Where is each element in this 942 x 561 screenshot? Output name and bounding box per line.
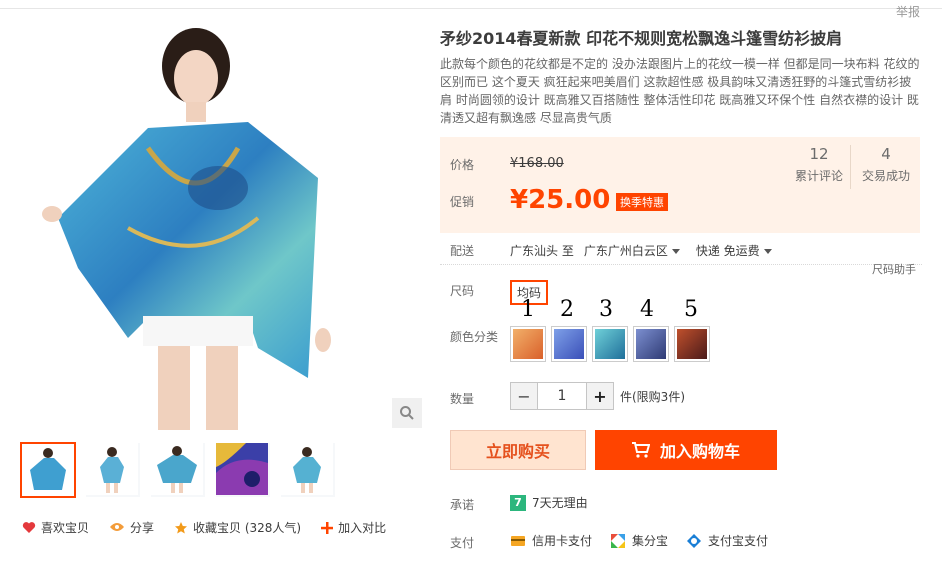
color-swatch-4[interactable] [633, 326, 669, 362]
like-label: 喜欢宝贝 [41, 521, 90, 535]
jifenbao-payment[interactable]: 集分宝 [610, 532, 668, 549]
thumbnail-2[interactable] [85, 442, 141, 498]
product-title: 矛纱2014春夏新款 印花不规则宽松飘逸斗篷雪纺衫披肩 [440, 29, 843, 48]
shipping-to: 广东广州白云区 [583, 244, 668, 258]
add-to-cart-label: 加入购物车 [659, 442, 740, 461]
credit-card-payment[interactable]: 信用卡支付 [510, 532, 592, 549]
favorite-label: 收藏宝贝 (328人气) [193, 521, 302, 535]
promo-label: 促销 [450, 195, 475, 209]
original-price: ¥168.00 [510, 156, 564, 171]
frame-border [0, 8, 942, 9]
reviews-number: 12 [809, 145, 829, 163]
shipping-label: 配送 [450, 244, 475, 258]
quantity-input[interactable]: 1 [538, 382, 586, 410]
size-helper-link[interactable]: 尺码助手 [872, 261, 916, 277]
share-label: 分享 [130, 521, 155, 535]
buy-now-button[interactable]: 立即购买 [450, 430, 586, 470]
sales-count[interactable]: 4 交易成功 [853, 145, 919, 184]
color-swatches [510, 326, 710, 362]
thumbnail-4[interactable] [215, 442, 271, 498]
promise-label: 承诺 [450, 498, 475, 512]
color-label: 颜色分类 [450, 330, 499, 344]
compare-button[interactable]: 加入对比 [321, 519, 386, 536]
credit-card-icon [511, 535, 525, 546]
price-label: 价格 [450, 158, 475, 172]
size-label: 尺码 [450, 284, 475, 298]
quantity-limit-note: 件(限购3件) [620, 389, 685, 404]
shipping-from: 广东汕头 至 [510, 244, 574, 258]
favorite-button[interactable]: 收藏宝贝 (328人气) [174, 519, 301, 536]
model-illustration [18, 18, 422, 430]
seven-day-icon: 7 [510, 494, 526, 511]
divider [440, 264, 922, 265]
product-info: 矛纱2014春夏新款 印花不规则宽松飘逸斗篷雪纺衫披肩 此款每个颜色的花纹都是不… [440, 28, 922, 127]
reviews-count[interactable]: 12 累计评论 [786, 145, 852, 184]
alipay-icon [687, 533, 702, 548]
annotation-number-3: 3 [599, 297, 613, 322]
share-button[interactable]: 分享 [109, 519, 154, 536]
promise-row: 7 7天无理由 [510, 494, 588, 511]
thumbnail-3[interactable] [150, 442, 206, 498]
report-link[interactable]: 举报 [896, 3, 920, 20]
magnifier-icon [400, 406, 414, 420]
compare-label: 加入对比 [338, 521, 387, 535]
chevron-down-icon [671, 249, 680, 254]
quantity-increase-button[interactable]: + [586, 382, 614, 410]
zoom-button[interactable] [392, 398, 422, 428]
credit-card-label: 信用卡支付 [532, 534, 593, 548]
chevron-down-icon [763, 249, 772, 254]
thumbnail-strip [20, 442, 336, 498]
thumbnail-5[interactable] [280, 442, 336, 498]
stats-divider [850, 145, 851, 189]
color-swatch-1[interactable] [510, 326, 546, 362]
cart-icon [631, 442, 650, 458]
promo-price: ¥25.00 [510, 185, 611, 215]
quantity-stepper: − 1 + 件(限购3件) [510, 382, 685, 410]
payment-label: 支付 [450, 536, 475, 550]
alipay-payment[interactable]: 支付宝支付 [686, 532, 768, 549]
annotation-number-5: 5 [684, 297, 698, 322]
color-swatch-2[interactable] [551, 326, 587, 362]
jifenbao-icon [611, 533, 626, 548]
shipping-to-select[interactable]: 广东广州白云区 [584, 242, 680, 259]
color-swatch-3[interactable] [592, 326, 628, 362]
shipping-method-select[interactable]: 快递 免运费 [696, 242, 772, 259]
plus-icon [321, 521, 334, 534]
alipay-label: 支付宝支付 [708, 534, 769, 548]
main-product-image [18, 18, 422, 430]
gallery-actions: 喜欢宝贝 分享 收藏宝贝 (328人气) 加入对比 [22, 519, 386, 536]
annotation-number-2: 2 [560, 297, 574, 322]
color-swatch-5[interactable] [674, 326, 710, 362]
payment-methods: 信用卡支付 集分宝 支付宝支付 [510, 532, 768, 549]
heart-icon [22, 522, 36, 533]
promise-text[interactable]: 7天无理由 [532, 494, 588, 511]
add-to-cart-button[interactable]: 加入购物车 [595, 430, 777, 470]
share-icon [110, 523, 125, 531]
jifenbao-label: 集分宝 [632, 534, 669, 548]
annotation-number-1: 1 [521, 297, 535, 322]
annotation-number-4: 4 [640, 297, 654, 322]
product-description: 此款每个颜色的花纹都是不定的 没办法跟图片上的花纹一模一样 但都是同一块布料 花… [440, 57, 920, 125]
price-box: 价格 ¥168.00 促销 ¥25.00 换季特惠 12 累计评论 4 交易成功 [440, 137, 920, 233]
quantity-label: 数量 [450, 392, 475, 406]
promo-tag: 换季特惠 [616, 193, 668, 211]
shipping-method: 快递 免运费 [695, 244, 760, 258]
quantity-decrease-button[interactable]: − [510, 382, 538, 410]
sales-number: 4 [881, 145, 891, 163]
shipping-row: 广东汕头 至 广东广州白云区 快递 免运费 [510, 242, 772, 259]
thumbnail-1[interactable] [20, 442, 76, 498]
sales-label: 交易成功 [861, 169, 910, 183]
star-icon [175, 521, 188, 533]
reviews-label: 累计评论 [794, 169, 843, 183]
like-button[interactable]: 喜欢宝贝 [22, 519, 89, 536]
